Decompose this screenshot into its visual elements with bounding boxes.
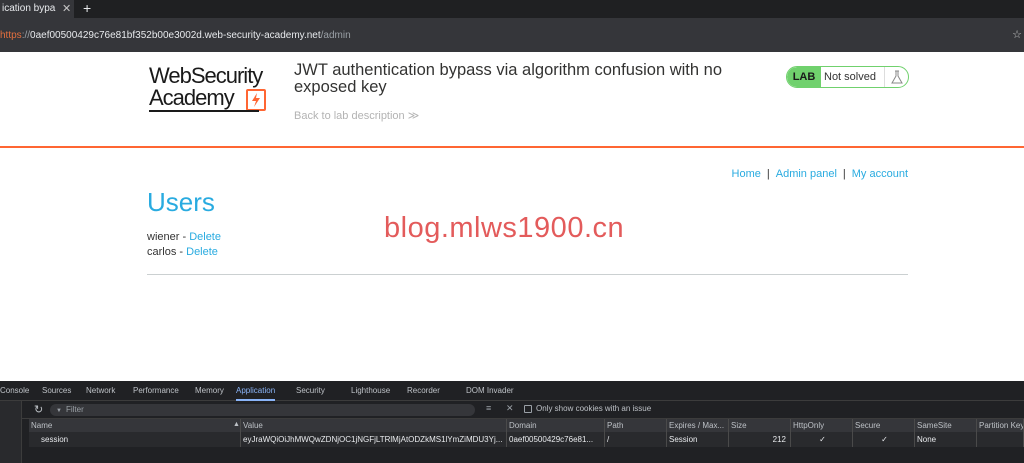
user-row-wiener: wiener - Delete [147, 231, 221, 243]
column-header-httponly[interactable]: HttpOnly [791, 419, 853, 432]
column-header-expires[interactable]: Expires / Max... [667, 419, 729, 432]
browser-tab[interactable]: ication bypa ✕ [0, 0, 74, 18]
nav-my-account-link[interactable]: My account [852, 168, 908, 180]
content-divider [147, 274, 908, 275]
lab-badge: LAB [787, 67, 821, 87]
filter-icon: ▼ [56, 408, 62, 414]
cookie-name-cell[interactable]: session [29, 432, 241, 447]
user-row-carlos: carlos - Delete [147, 246, 218, 258]
top-navigation: Home | Admin panel | My account [732, 168, 908, 180]
refresh-icon[interactable]: ↻ [34, 403, 43, 416]
column-header-value[interactable]: Value [241, 419, 507, 432]
devtools-tab-lighthouse[interactable]: Lighthouse [351, 381, 390, 401]
devtools-tab-performance[interactable]: Performance [133, 381, 179, 401]
only-issue-label: Only show cookies with an issue [536, 404, 652, 413]
clear-filtered-cookies-icon[interactable]: ≡ [486, 403, 491, 413]
watermark-text: blog.mlws1900.cn [384, 212, 625, 244]
column-header-path[interactable]: Path [605, 419, 667, 432]
url-host: 0aef00500429c76e81bf352b00e3002d.web-sec… [30, 30, 321, 41]
delete-user-carlos-link[interactable]: Delete [186, 246, 218, 258]
column-header-size[interactable]: Size [729, 419, 791, 432]
logo-text-line2: Academy [149, 85, 235, 110]
cookie-domain-cell[interactable]: 0aef00500429c76e81... [507, 432, 605, 447]
web-security-academy-logo[interactable]: WebSecurity Academy [149, 63, 289, 115]
flask-icon [884, 67, 908, 87]
cookie-expires-cell[interactable]: Session [667, 432, 729, 447]
devtools-tab-network[interactable]: Network [86, 381, 115, 401]
devtools-tab-application[interactable]: Application [236, 381, 276, 401]
cookies-table: Name ▲ Value Domain Path Expires / Max..… [29, 419, 1024, 463]
devtools-tab-bar: Console Sources Network Performance Memo… [0, 381, 1024, 401]
devtools-tab-dom-invader[interactable]: DOM Invader [466, 381, 514, 401]
browser-tab-strip: ication bypa ✕ + [0, 0, 1024, 18]
user-separator: - [176, 246, 187, 258]
cookie-samesite-cell[interactable]: None [915, 432, 977, 447]
devtools-tab-memory[interactable]: Memory [195, 381, 224, 401]
nav-separator: | [842, 168, 846, 180]
address-bar[interactable]: https://0aef00500429c76e81bf352b00e3002d… [0, 18, 1024, 52]
url-scheme: https [0, 30, 22, 41]
user-name: wiener [147, 231, 180, 243]
lightning-bolt-icon [246, 89, 266, 111]
filter-placeholder: Filter [65, 405, 84, 414]
cookie-httponly-cell[interactable]: ✓ [791, 432, 853, 447]
devtools-panel: Console Sources Network Performance Memo… [0, 381, 1024, 463]
cookie-filter-input[interactable]: ▼ Filter [50, 404, 475, 416]
cookie-path-cell[interactable]: / [605, 432, 667, 447]
column-header-domain[interactable]: Domain [507, 419, 605, 432]
devtools-tab-recorder[interactable]: Recorder [407, 381, 440, 401]
nav-home-link[interactable]: Home [732, 168, 761, 180]
back-link-label: Back to lab description [294, 110, 405, 122]
devtools-tab-sources[interactable]: Sources [42, 381, 71, 401]
column-header-secure[interactable]: Secure [853, 419, 915, 432]
user-name: carlos [147, 246, 177, 258]
double-chevron-right-icon: ≫ [407, 110, 420, 122]
delete-user-wiener-link[interactable]: Delete [189, 231, 221, 243]
devtools-tab-console[interactable]: Console [0, 381, 29, 401]
url-path: /admin [320, 30, 351, 41]
logo-underline [149, 110, 259, 112]
column-header-partition-key[interactable]: Partition Key [977, 419, 1024, 432]
sort-ascending-icon: ▲ [233, 421, 240, 428]
lab-title: JWT authentication bypass via algorithm … [294, 61, 723, 96]
back-to-lab-description-link[interactable]: Back to lab description ≫ [294, 109, 419, 122]
cookies-toolbar: ↻ ▼ Filter ≡ ✕ Only show cookies with an … [22, 401, 1024, 419]
cookie-partition-key-cell[interactable] [977, 432, 1024, 447]
page-title: Users [147, 187, 215, 217]
nav-separator: | [766, 168, 770, 180]
lab-status-text: Not solved [824, 71, 876, 83]
cookie-value-cell[interactable]: eyJraWQiOiJhMWQwZDNjOC1jNGFjLTRlMjAtODZk… [241, 432, 507, 447]
url-separator: :// [21, 30, 31, 41]
cookie-size-cell[interactable]: 212 [729, 432, 791, 447]
user-separator: - [179, 231, 190, 243]
tab-title: ication bypa [2, 3, 56, 14]
lab-status-widget: LAB Not solved [786, 66, 909, 88]
close-tab-icon[interactable]: ✕ [62, 0, 71, 18]
bookmark-star-icon[interactable]: ☆ [1012, 28, 1022, 41]
new-tab-button[interactable]: + [83, 0, 91, 17]
delete-selected-icon[interactable]: ✕ [506, 403, 514, 414]
devtools-tab-security[interactable]: Security [296, 381, 325, 401]
cookie-secure-cell[interactable]: ✓ [853, 432, 915, 447]
nav-admin-panel-link[interactable]: Admin panel [776, 168, 837, 180]
column-header-name[interactable]: Name [29, 419, 241, 432]
column-header-samesite[interactable]: SameSite [915, 419, 977, 432]
only-issue-checkbox[interactable] [524, 405, 532, 413]
url-text[interactable]: https://0aef00500429c76e81bf352b00e3002d… [0, 30, 351, 41]
devtools-application-sidebar[interactable] [0, 401, 22, 463]
